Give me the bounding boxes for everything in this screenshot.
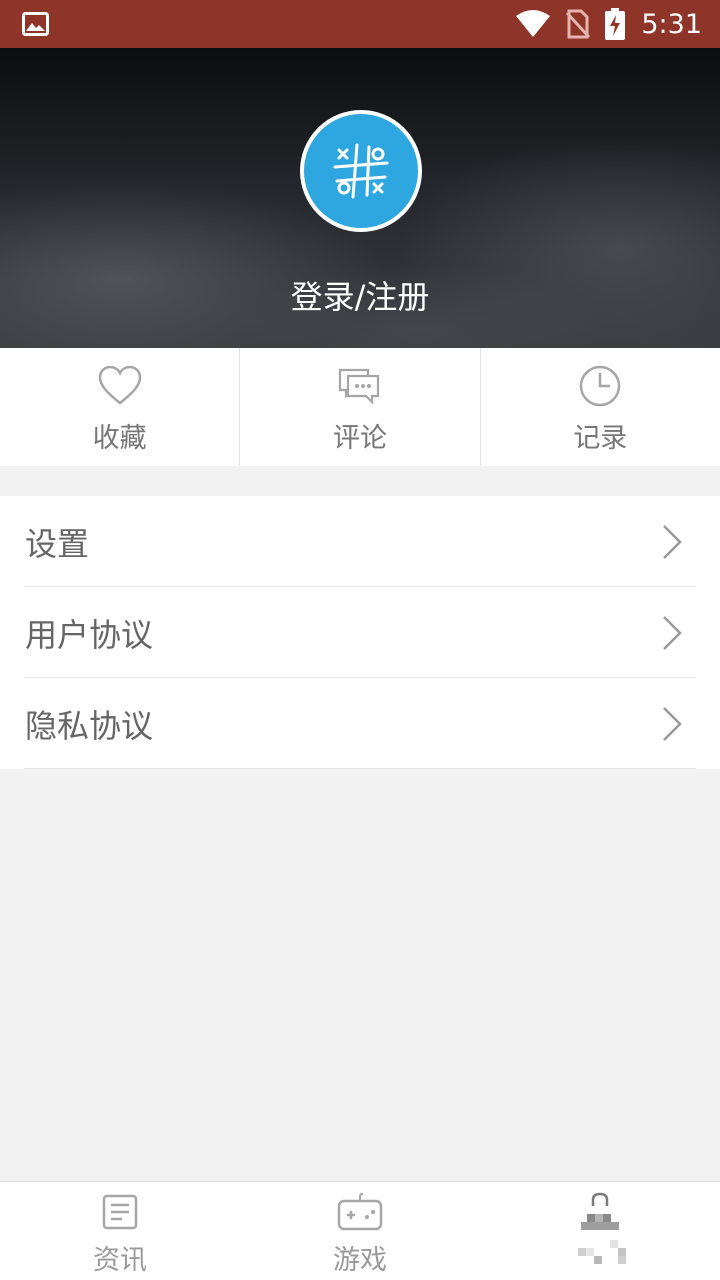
- nav-tab-news[interactable]: 资讯: [0, 1182, 240, 1280]
- menu-item-privacy-agreement[interactable]: 隐私协议: [0, 678, 720, 769]
- profile-header: 登录/注册: [0, 48, 720, 348]
- nav-tab-profile[interactable]: [480, 1182, 720, 1280]
- menu-item-label: 隐私协议: [25, 706, 154, 745]
- screen: 5:31 登录/注册 收藏 评论 记录 设置 用户协议 隐私协议 资讯 游戏: [0, 0, 720, 1280]
- clock-icon: [578, 364, 622, 408]
- menu-item-settings[interactable]: 设置: [0, 496, 720, 587]
- wifi-icon: [516, 10, 551, 37]
- image-icon: [22, 12, 49, 36]
- no-sim-icon: [566, 9, 591, 39]
- chevron-right-icon: [663, 707, 682, 741]
- divider: [24, 768, 696, 769]
- pixelated-label-mark: [578, 1240, 626, 1264]
- avatar[interactable]: [300, 110, 422, 232]
- quick-favorites-label: 收藏: [92, 423, 147, 454]
- settings-menu: 设置 用户协议 隐私协议: [0, 496, 720, 769]
- status-time: 5:31: [641, 8, 702, 40]
- login-register-link[interactable]: 登录/注册: [0, 272, 720, 318]
- quick-history-label: 记录: [573, 423, 628, 454]
- gamepad-icon: [337, 1192, 383, 1232]
- tic-tac-toe-icon: [333, 143, 389, 199]
- heart-icon: [98, 364, 142, 408]
- quick-history[interactable]: 记录: [479, 348, 720, 466]
- profile-icon: [579, 1192, 621, 1232]
- nav-tab-label: 资讯: [93, 1245, 147, 1276]
- nav-tab-label: 游戏: [333, 1245, 387, 1276]
- quick-favorites[interactable]: 收藏: [0, 348, 239, 466]
- chevron-right-icon: [663, 525, 682, 559]
- quick-comments-label: 评论: [332, 423, 387, 454]
- menu-item-label: 设置: [25, 524, 90, 563]
- bottom-nav: 资讯 游戏: [0, 1181, 720, 1280]
- quick-actions: 收藏 评论 记录: [0, 348, 720, 466]
- nav-tab-games[interactable]: 游戏: [240, 1182, 480, 1280]
- chevron-right-icon: [663, 616, 682, 650]
- comment-icon: [338, 364, 382, 408]
- quick-comments[interactable]: 评论: [239, 348, 479, 466]
- menu-item-label: 用户协议: [25, 615, 154, 654]
- battery-charging-icon: [605, 8, 626, 40]
- status-bar: 5:31: [0, 0, 720, 48]
- news-icon: [102, 1192, 138, 1232]
- status-icons: 5:31: [515, 0, 702, 48]
- menu-item-user-agreement[interactable]: 用户协议: [0, 587, 720, 678]
